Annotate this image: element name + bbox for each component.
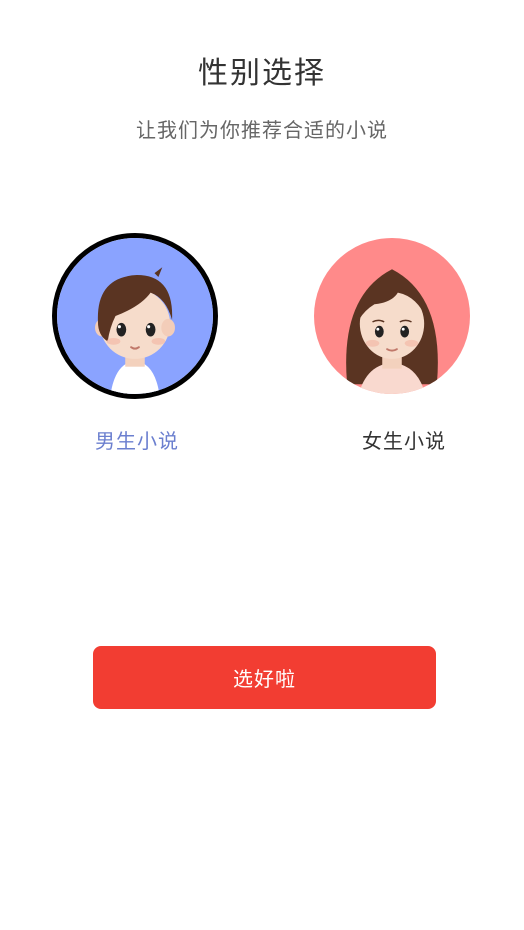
gender-select-screen: 性别选择 让我们为你推荐合适的小说 男生小说 女生小说 选好啦 — [0, 0, 524, 930]
female-avatar[interactable] — [314, 238, 470, 394]
female-option-label[interactable]: 女生小说 — [331, 425, 477, 454]
confirm-button[interactable]: 选好啦 — [93, 646, 436, 709]
male-avatar[interactable] — [52, 233, 218, 399]
male-option[interactable]: 男生小说 — [52, 233, 222, 454]
page-subtitle: 让我们为你推荐合适的小说 — [136, 118, 388, 142]
female-avatar-icon — [314, 238, 470, 394]
male-avatar-icon — [57, 238, 213, 394]
female-option[interactable]: 女生小说 — [307, 233, 477, 454]
page-title: 性别选择 — [198, 56, 326, 91]
male-option-label[interactable]: 男生小说 — [52, 425, 222, 454]
